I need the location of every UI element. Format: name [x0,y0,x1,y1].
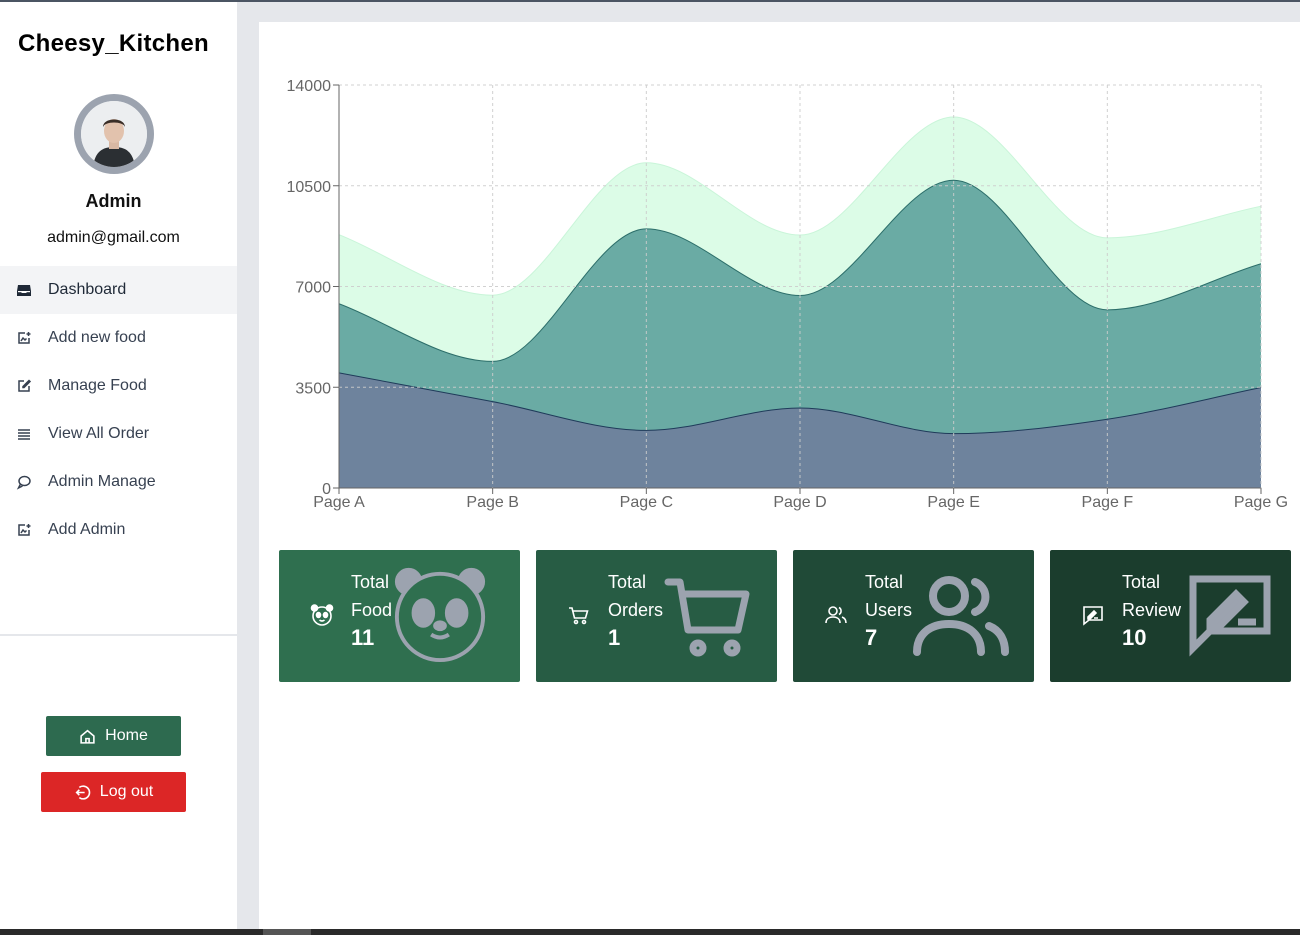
y-tick-label: 3500 [295,380,331,397]
y-tick-label: 14000 [287,78,332,95]
sidebar-item-label: Add Admin [48,521,126,538]
stat-label-line1: Total [865,572,904,592]
stat-label-line1: Total [351,572,390,592]
stat-value: 1 [608,625,621,650]
x-tick-label: Page F [1082,494,1134,511]
stacked-area-chart: 0350070001050014000Page A Page B Page C Pag… [287,78,1289,511]
edit-icon [16,378,32,394]
home-icon [80,729,95,744]
home-button-label: Home [105,727,148,744]
stat-value: 10 [1122,625,1147,650]
users-icon [823,602,849,628]
add-image-icon [16,330,32,346]
sidebar-item-manage-food[interactable]: Manage Food [0,362,237,410]
stat-label-line2: Review [1122,600,1182,620]
stat-card-users: Total Users 7 [793,550,1034,682]
stat-card-review: Total Review 10 [1050,550,1291,682]
users-icon [911,574,1011,658]
x-tick-label: Page D [773,494,826,511]
profile-name: Admin [85,191,142,211]
panda-icon [309,602,335,628]
stats-row: Total Food 11 Total Orders 1 Total Users 7 [279,550,1291,682]
sidebar-item-view-all-order[interactable]: View All Order [0,410,237,458]
scrollbar-thumb[interactable] [263,929,311,935]
list-icon [16,426,32,442]
logout-button-label: Log out [99,783,154,800]
y-tick-label: 7000 [295,280,331,297]
sidebar: Cheesy_Kitchen Admin admin@gmail.com Das… [0,2,237,929]
stat-card-orders: Total Orders 1 [536,550,777,682]
x-tick-label: Page E [927,494,979,511]
sidebar-item-admin-manage[interactable]: Admin Manage [0,458,237,506]
avatar [74,94,154,174]
sidebar-divider [0,634,237,636]
x-tick-label: Page G [1234,494,1288,511]
logout-button[interactable]: Log out [41,772,186,812]
review-icon [1188,574,1272,658]
stat-label-line1: Total [1122,572,1161,592]
stat-label-line2: Users [865,600,913,620]
stat-value: 7 [865,625,878,650]
sidebar-item-add-admin[interactable]: Add Admin [0,506,237,554]
cart-icon [664,576,756,658]
avatar-photo [81,101,147,167]
home-button[interactable]: Home [46,716,181,756]
x-tick-label: Page B [466,494,518,511]
stat-label-line2: Food [351,600,393,620]
sidebar-item-dashboard[interactable]: Dashboard [0,266,237,314]
add-image-icon [16,522,32,538]
inbox-icon [16,282,32,298]
stat-label-line1: Total [608,572,647,592]
sidebar-nav: Dashboard Add new food Manage Food View … [0,266,237,554]
stat-label-line2: Orders [608,600,664,620]
main-panel: 0 3500 7000 10500 14000 Page A Page B Page C Pag… [259,22,1300,929]
horizontal-scrollbar[interactable] [0,929,1300,935]
sidebar-item-add-new-food[interactable]: Add new food [0,314,237,362]
sidebar-item-label: Admin Manage [48,473,156,490]
x-tick-label: Page A [313,494,365,511]
sidebar-item-label: Add new food [48,329,146,346]
sidebar-item-label: Dashboard [48,281,127,298]
brand-title: Cheesy_Kitchen [18,30,209,57]
review-icon [1080,602,1106,628]
logout-icon [75,784,91,800]
stat-card-food: Total Food 11 [279,550,520,682]
profile-email: admin@gmail.com [47,229,180,246]
y-tick-label: 10500 [287,179,332,196]
sidebar-item-label: View All Order [48,425,150,442]
stat-value: 11 [351,625,375,650]
sidebar-item-label: Manage Food [48,377,147,394]
chat-icon [16,474,32,490]
cart-icon [566,602,592,628]
x-tick-label: Page C [620,494,673,511]
panda-icon [391,564,489,662]
